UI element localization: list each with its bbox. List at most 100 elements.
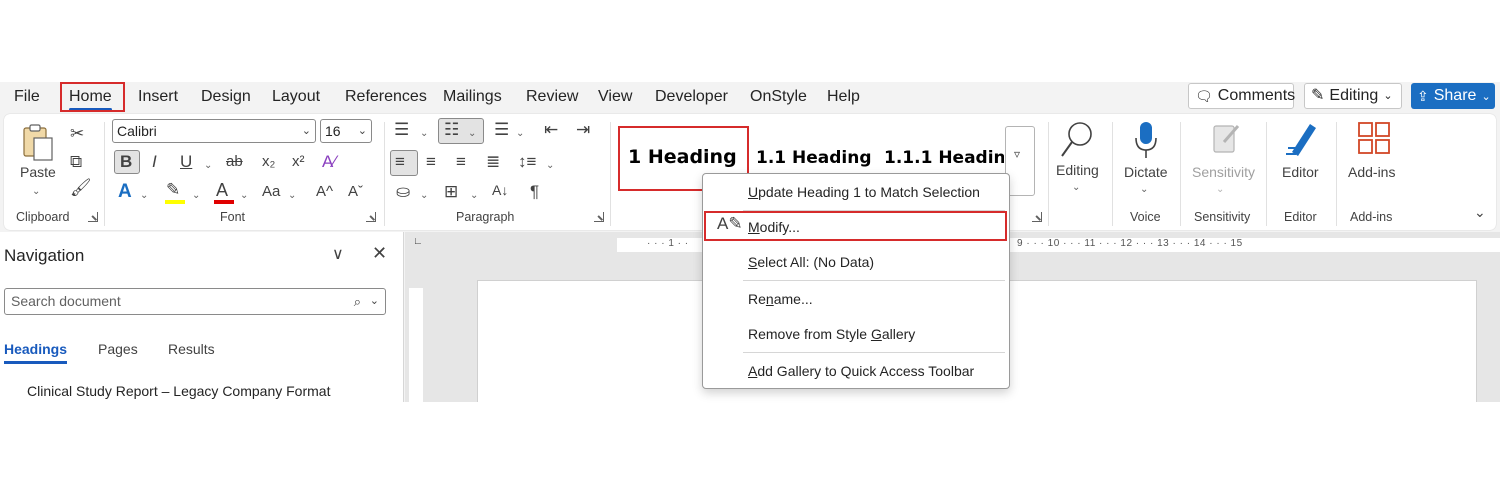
tab-review[interactable]: Review [526,86,578,108]
search-document-input[interactable]: Search document ⌕ ⌄ [4,288,386,315]
clipboard-launcher-icon[interactable] [88,212,98,222]
tab-file[interactable]: File [14,86,40,108]
styles-launcher-icon[interactable] [1032,212,1042,222]
find-icon[interactable] [1058,120,1098,160]
chevron-down-icon[interactable]: ⌄ [370,289,379,314]
editing-mode-button[interactable]: ✎ Editing ⌄ [1304,83,1402,109]
chevron-down-icon[interactable]: ⌄ [288,186,296,206]
chevron-down-icon[interactable]: ⌄ [1140,180,1148,200]
tab-help[interactable]: Help [827,86,860,108]
editor-label[interactable]: Editor [1282,164,1319,180]
chevron-down-icon[interactable]: ⌄ [140,186,148,206]
chevron-down-icon[interactable]: ⌄ [240,186,248,206]
style-heading-1-1-1[interactable]: 1.1.1 Heading [884,148,1004,168]
tab-selector-icon[interactable]: ∟ [413,236,423,247]
font-size-combo[interactable]: 16 ⌄ [320,119,372,143]
tab-design[interactable]: Design [201,86,251,108]
chevron-down-icon[interactable]: ⌄ [546,156,554,176]
chevron-down-icon[interactable]: ⌄ [516,124,524,144]
editing-label[interactable]: Editing [1056,162,1099,178]
paragraph-launcher-icon[interactable] [594,212,604,222]
tab-headings[interactable]: Headings [4,341,68,364]
grow-font-icon[interactable]: A^ [316,182,333,202]
show-marks-icon[interactable]: ¶ [530,182,539,202]
tab-developer[interactable]: Developer [655,86,728,108]
share-button[interactable]: ⇪ Share ⌄ [1411,83,1495,109]
heading-item[interactable]: Clinical Study Report – Legacy Company F… [27,383,330,399]
line-spacing-icon[interactable]: ↕≡ [518,152,536,172]
multilevel-list-icon[interactable]: ☰ [494,120,509,140]
clipboard-icon[interactable] [20,122,56,164]
style-heading-1-1[interactable]: 1.1 Heading [756,148,872,168]
sort-icon[interactable]: A↓ [492,180,508,200]
clear-formatting-icon[interactable]: A⁄ [322,152,336,172]
bullets-icon[interactable]: ☰ [394,120,409,140]
search-icon[interactable]: ⌕ [354,289,361,314]
pencil-icon: ✎ [1311,87,1325,104]
comments-button[interactable]: 🗨 Comments [1188,83,1295,109]
menu-separator [743,352,1005,353]
menu-item-add-to-qat[interactable]: Add Gallery to Quick Access Toolbar [748,363,974,379]
tab-mailings[interactable]: Mailings [443,86,502,108]
cut-icon[interactable]: ✂ [70,124,84,144]
addins-icon[interactable] [1356,120,1392,156]
microphone-icon[interactable] [1132,120,1160,160]
menu-item-accelerator: G [870,326,882,342]
font-name-combo[interactable]: Calibri ⌄ [112,119,316,143]
menu-item-accelerator: A [748,363,758,379]
tab-pages[interactable]: Pages [98,341,138,357]
tab-view[interactable]: View [598,86,632,108]
menu-item-remove-from-gallery[interactable]: Remove from Style Gallery [748,326,915,342]
highlighter-icon[interactable]: ✎ [166,180,180,200]
paste-label[interactable]: Paste [20,164,56,180]
borders-icon[interactable]: ⊞ [444,182,458,202]
format-painter-icon[interactable]: 🖌 [70,178,92,198]
justify-icon[interactable]: ≣ [486,152,500,172]
style-heading-1[interactable]: 1 Heading [628,146,737,168]
chevron-down-icon[interactable]: ⌄ [192,186,200,206]
dictate-label[interactable]: Dictate [1124,164,1168,180]
align-right-icon[interactable]: ≡ [456,152,466,172]
menu-item-update-heading[interactable]: Update Heading 1 to Match Selection [748,184,980,200]
chevron-down-icon[interactable]: ⌄ [470,186,478,206]
tab-results[interactable]: Results [168,341,215,357]
chevron-down-icon[interactable]: ⌄ [1072,178,1080,198]
subscript-icon[interactable]: x₂ [262,152,275,172]
font-launcher-icon[interactable] [366,212,376,222]
text-effects-icon[interactable]: A [118,182,132,202]
vertical-ruler[interactable] [409,288,423,402]
strikethrough-icon[interactable]: ab [226,152,243,172]
menu-item-rename[interactable]: Rename... [748,291,813,307]
shading-icon[interactable]: ⛀ [396,182,410,202]
underline-icon[interactable]: U [180,152,192,172]
group-separator [104,122,105,226]
copy-icon[interactable]: ⧉ [70,152,82,172]
change-case-icon[interactable]: Aa [262,182,280,202]
chevron-down-icon[interactable]: ⌄ [420,124,428,144]
tab-home[interactable]: Home [69,86,112,111]
shrink-font-icon[interactable]: Aˇ [348,182,363,202]
chevron-down-icon[interactable]: ∨ [332,244,344,264]
tab-onstyle[interactable]: OnStyle [750,86,807,108]
tab-layout[interactable]: Layout [272,86,320,108]
tab-references[interactable]: References [345,86,427,108]
menu-item-select-all[interactable]: Select All: (No Data) [748,254,874,270]
ribbon-collapse-chevron-icon[interactable]: ⌄ [1474,202,1486,222]
tab-insert[interactable]: Insert [138,86,178,108]
sensitivity-icon[interactable] [1208,120,1244,158]
chevron-down-icon[interactable]: ⌄ [32,182,40,202]
menu-item-modify[interactable]: Modify... [748,219,800,235]
increase-indent-icon[interactable]: ⇥ [576,120,590,140]
italic-icon[interactable]: I [152,152,157,172]
addins-label[interactable]: Add-ins [1348,164,1395,180]
superscript-icon[interactable]: x² [292,152,305,172]
chevron-down-icon[interactable]: ⌄ [204,156,212,176]
align-center-icon[interactable]: ≡ [426,152,436,172]
editor-icon[interactable] [1284,120,1320,160]
chevron-down-icon: ⌄ [1216,184,1225,195]
close-icon[interactable]: ✕ [372,243,387,264]
chevron-down-icon[interactable]: ⌄ [420,186,428,206]
font-color-icon[interactable]: A [216,180,228,200]
ruler-right-marks: 9 · · · 10 · · · 11 · · · 12 · · · 13 · … [1017,238,1243,249]
decrease-indent-icon[interactable]: ⇤ [544,120,558,140]
